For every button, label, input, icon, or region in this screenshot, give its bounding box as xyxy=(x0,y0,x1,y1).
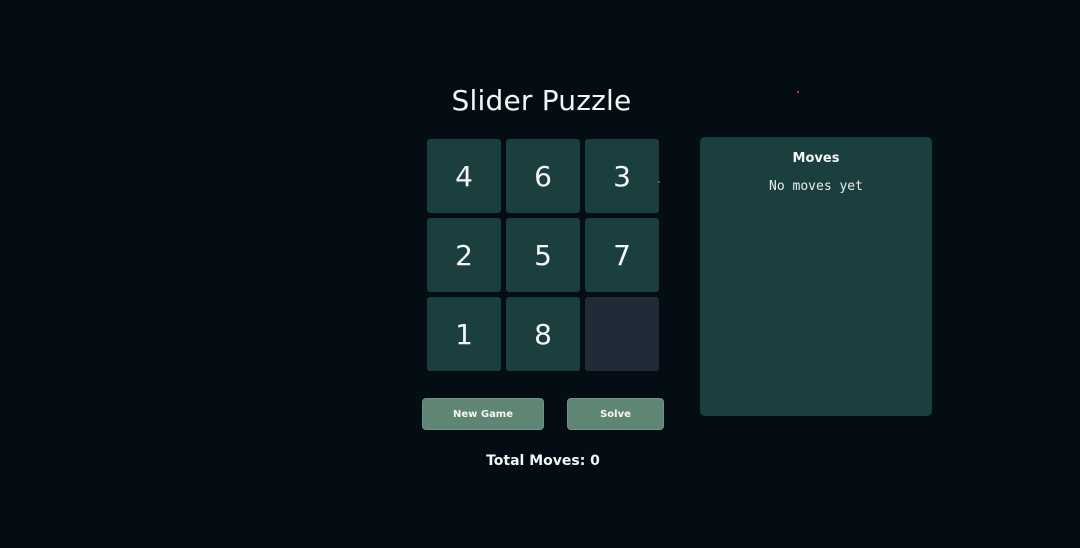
tile[interactable]: 6 xyxy=(506,139,580,213)
tile[interactable]: 5 xyxy=(506,218,580,292)
tile[interactable]: 7 xyxy=(585,218,659,292)
solve-button[interactable]: Solve xyxy=(567,398,664,430)
new-game-button[interactable]: New Game xyxy=(422,398,544,430)
decorative-dot xyxy=(797,91,799,93)
empty-tile[interactable] xyxy=(585,297,659,371)
moves-panel-title: Moves xyxy=(792,151,840,166)
moves-empty-text: No moves yet xyxy=(769,179,863,194)
tile[interactable]: 8 xyxy=(506,297,580,371)
tile[interactable]: 3 xyxy=(585,139,659,213)
page-title: Slider Puzzle xyxy=(451,84,632,117)
decorative-dot xyxy=(658,181,660,183)
tile[interactable]: 2 xyxy=(427,218,501,292)
tile[interactable]: 4 xyxy=(427,139,501,213)
tile[interactable]: 1 xyxy=(427,297,501,371)
total-moves: Total Moves: 0 xyxy=(486,453,600,469)
moves-panel: Moves No moves yet xyxy=(700,137,932,416)
puzzle-board: 4 6 3 2 5 7 1 8 xyxy=(427,139,660,372)
